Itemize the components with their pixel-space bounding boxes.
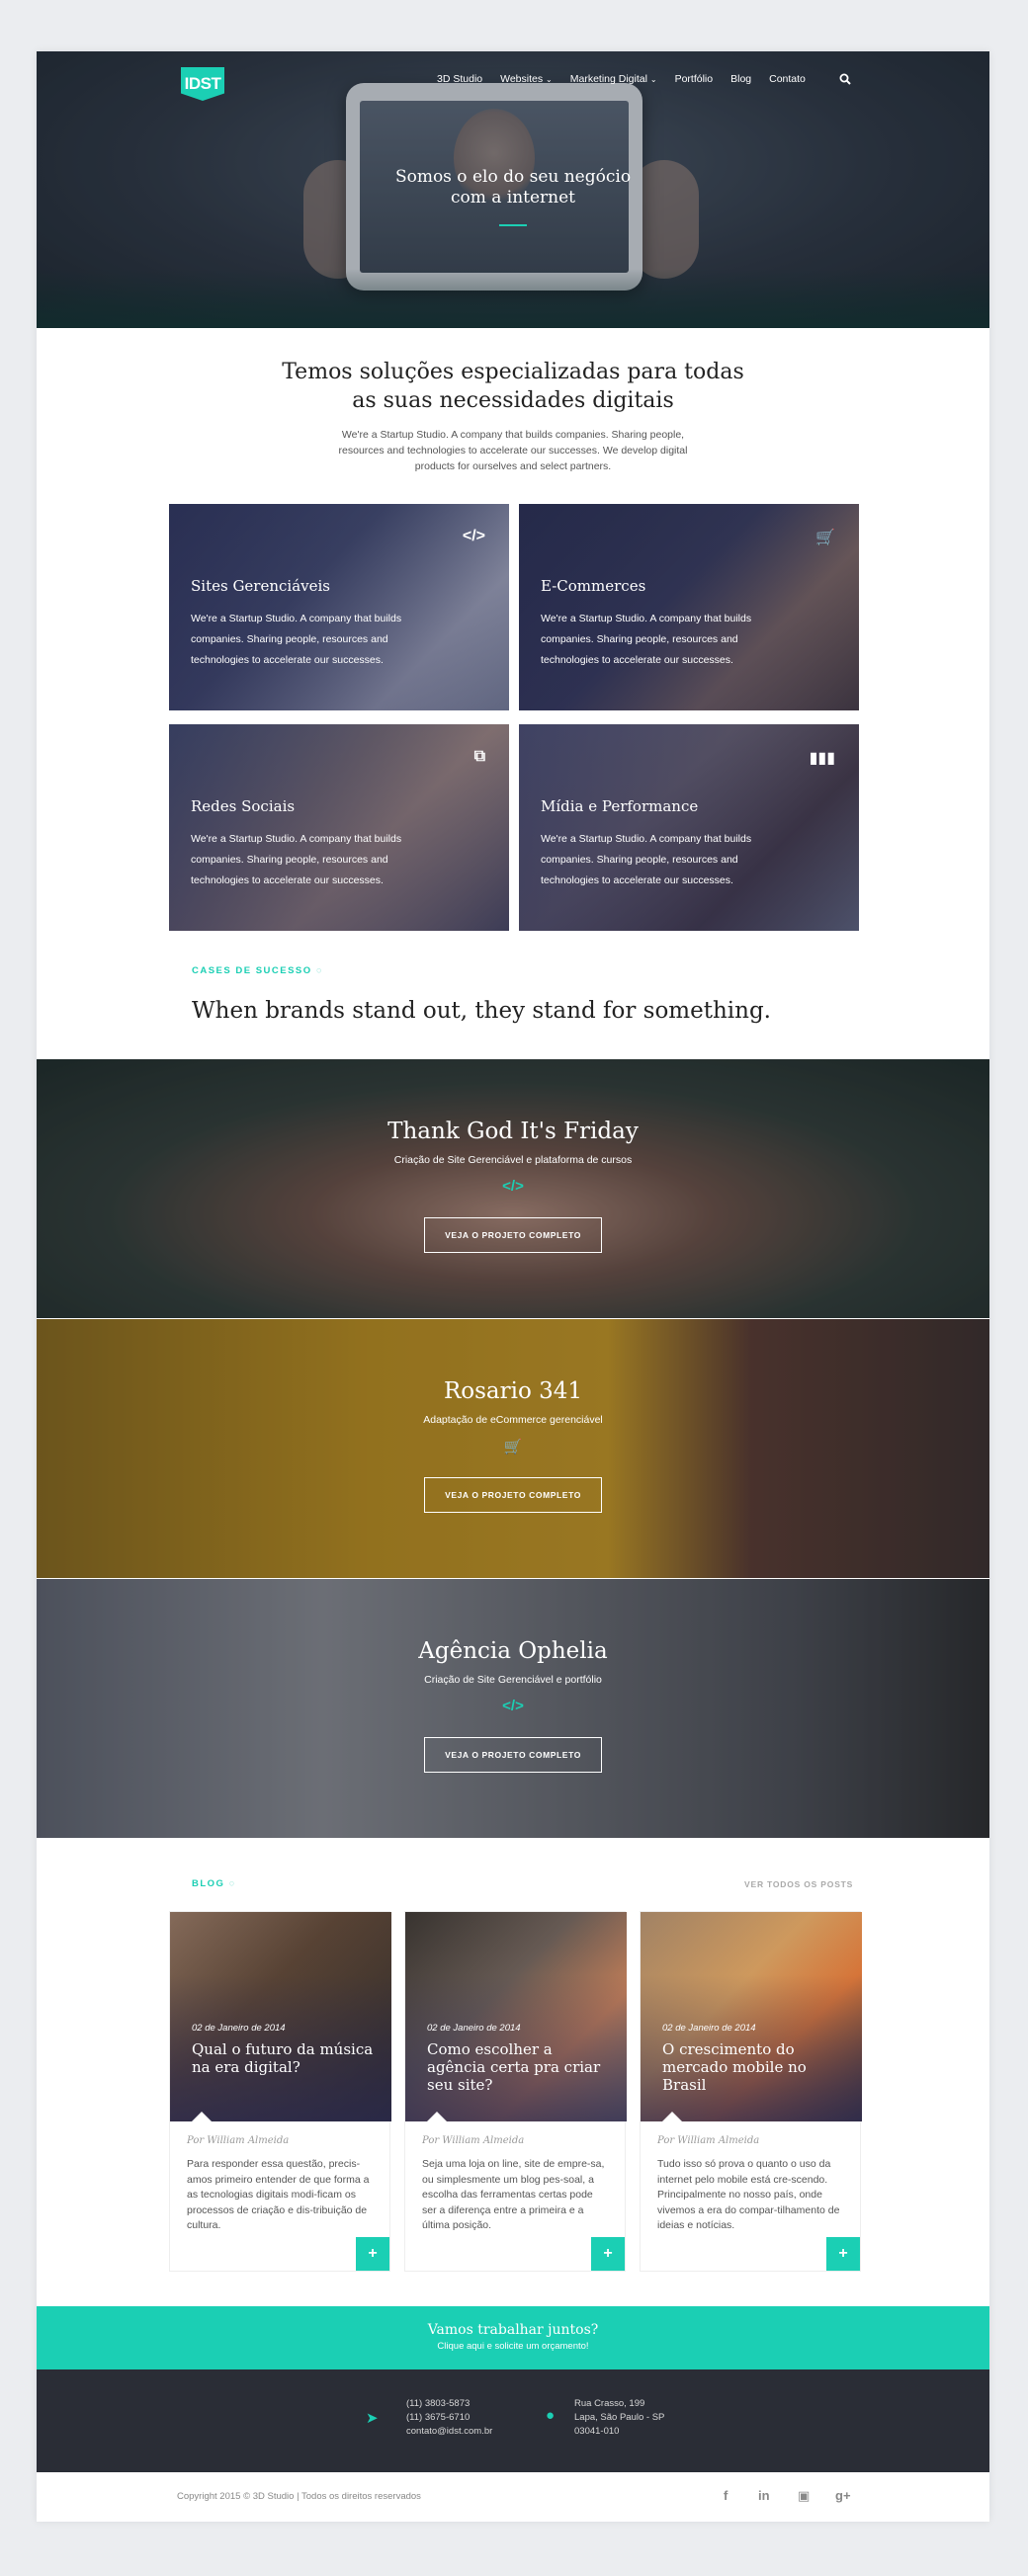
phone-1[interactable]: (11) 3803-5873 — [406, 2397, 492, 2411]
case-subtitle: Criação de Site Gerenciável e plataforma… — [393, 1154, 633, 1166]
case-rosario: Rosario 341 Adaptação de eCommerce geren… — [37, 1319, 989, 1578]
nav-item-3d-studio[interactable]: 3D Studio — [437, 73, 482, 85]
service-text: We're a Startup Studio. A company that b… — [541, 833, 752, 886]
post-title[interactable]: Qual o futuro da música na era digital? — [192, 2040, 380, 2076]
post-excerpt: Tudo isso só prova o quanto o uso da int… — [657, 2158, 840, 2231]
share-icon: ⧉ — [473, 748, 485, 765]
service-title: Sites Gerenciáveis — [191, 577, 330, 595]
phone-2[interactable]: (11) 3675-6710 — [406, 2411, 492, 2425]
service-card-ecommerce[interactable]: 🛒 E-Commerces We're a Startup Studio. A … — [519, 504, 859, 710]
map-pin-icon: ● — [546, 2407, 556, 2424]
copyright: Copyright 2015 © 3D Studio | Todos os di… — [177, 2491, 421, 2502]
contact-section: ➤ (11) 3803-5873 (11) 3675-6710 contato@… — [37, 2369, 989, 2472]
service-card-media[interactable]: ▮▮▮ Mídia e Performance We're a Startup … — [519, 724, 859, 931]
hero-section: IDST 3D Studio Websites ⌄ Marketing Digi… — [37, 51, 989, 328]
case-thank-god: Thank God It's Friday Criação de Site Ge… — [37, 1059, 989, 1318]
blog-post-card[interactable]: 02 de Janeiro de 2014 Como escolher a ag… — [404, 1911, 627, 2272]
service-title: Mídia e Performance — [541, 797, 699, 815]
nav-item-blog[interactable]: Blog — [730, 73, 751, 85]
read-more-button[interactable]: + — [356, 2237, 389, 2271]
blog-post-image: 02 de Janeiro de 2014 O crescimento do m… — [641, 1912, 862, 2121]
contact-address: Rua Crasso, 199 Lapa, São Paulo - SP 030… — [574, 2398, 665, 2437]
facebook-icon[interactable]: f — [724, 2488, 728, 2503]
case-title: Thank God It's Friday — [387, 1119, 639, 1144]
nav-item-contato[interactable]: Contato — [769, 73, 806, 85]
send-icon: ➤ — [366, 2410, 379, 2427]
linkedin-icon[interactable]: in — [758, 2488, 770, 2503]
case-view-button[interactable]: VEJA O PROJETO COMPLETO — [424, 1737, 602, 1773]
footer: Copyright 2015 © 3D Studio | Todos os di… — [37, 2472, 989, 2522]
case-ophelia: Agência Ophelia Criação de Site Gerenciá… — [37, 1579, 989, 1838]
blog-post-image: 02 de Janeiro de 2014 Como escolher a ag… — [405, 1912, 627, 2121]
post-date: 02 de Janeiro de 2014 — [427, 2023, 521, 2034]
blog-post-card[interactable]: 02 de Janeiro de 2014 O crescimento do m… — [640, 1911, 862, 2272]
post-title[interactable]: Como escolher a agência certa pra criar … — [427, 2040, 615, 2094]
email-link[interactable]: contato@idst.com.br — [406, 2425, 492, 2439]
search-icon[interactable] — [839, 73, 851, 85]
service-title: E-Commerces — [541, 577, 646, 595]
instagram-icon[interactable]: ▣ — [798, 2488, 810, 2504]
post-excerpt: Para responder essa questão, precis-amos… — [187, 2158, 370, 2231]
case-view-button[interactable]: VEJA O PROJETO COMPLETO — [424, 1477, 602, 1513]
contact-phones: (11) 3803-5873 (11) 3675-6710 contato@id… — [406, 2397, 492, 2439]
cta-title: Vamos trabalhar juntos? — [427, 2322, 599, 2338]
post-date: 02 de Janeiro de 2014 — [192, 2023, 286, 2034]
nav-item-marketing-digital[interactable]: Marketing Digital ⌄ — [570, 73, 657, 85]
case-title: Rosario 341 — [443, 1378, 583, 1404]
hero-title: Somos o elo do seu negócio com a interne… — [394, 167, 632, 208]
service-text: We're a Startup Studio. A company that b… — [191, 833, 402, 886]
intro-text: We're a Startup Studio. A company that b… — [338, 429, 688, 472]
read-more-button[interactable]: + — [826, 2237, 860, 2271]
service-text: We're a Startup Studio. A company that b… — [191, 613, 402, 666]
post-author: Por William Almeida — [187, 2135, 290, 2146]
google-plus-icon[interactable]: g+ — [835, 2488, 851, 2503]
post-date: 02 de Janeiro de 2014 — [662, 2023, 756, 2034]
chevron-down-icon: ⌄ — [649, 75, 657, 84]
service-card-social[interactable]: ⧉ Redes Sociais We're a Startup Studio. … — [169, 724, 509, 931]
blog-post-image: 02 de Janeiro de 2014 Qual o futuro da m… — [170, 1912, 391, 2121]
service-card-sites[interactable]: </> Sites Gerenciáveis We're a Startup S… — [169, 504, 509, 710]
cases-title: When brands stand out, they stand for so… — [192, 998, 771, 1024]
case-subtitle: Criação de Site Gerenciável e portfólio — [424, 1674, 602, 1686]
case-view-button[interactable]: VEJA O PROJETO COMPLETO — [424, 1217, 602, 1253]
service-title: Redes Sociais — [191, 797, 296, 815]
cta-subtitle: Clique aqui e solicite um orçamento! — [437, 2341, 589, 2352]
cart-icon: 🛒 — [503, 1439, 523, 1455]
main-nav: 3D Studio Websites ⌄ Marketing Digital ⌄… — [437, 73, 823, 85]
post-excerpt: Seja uma loja on line, site de empre-sa,… — [422, 2158, 605, 2231]
case-subtitle: Adaptação de eCommerce gerenciável — [423, 1414, 603, 1426]
cta-banner[interactable]: Vamos trabalhar juntos? Clique aqui e so… — [37, 2306, 989, 2369]
view-all-posts-link[interactable]: VER TODOS OS POSTS — [744, 1879, 853, 1889]
blog-label: BLOG ○ — [192, 1878, 236, 1889]
cases-label: CASES DE SUCESSO ○ — [192, 965, 324, 976]
post-title[interactable]: O crescimento do mercado mobile no Brasi… — [662, 2040, 850, 2094]
page-frame: IDST 3D Studio Websites ⌄ Marketing Digi… — [37, 51, 989, 2522]
code-icon: </> — [502, 1698, 524, 1714]
nav-item-portfolio[interactable]: Portfólio — [675, 73, 714, 85]
code-icon: </> — [462, 528, 485, 544]
chevron-down-icon: ⌄ — [546, 75, 553, 84]
code-icon: </> — [502, 1178, 524, 1195]
cart-icon: 🛒 — [815, 530, 835, 546]
chart-icon: ▮▮▮ — [809, 750, 835, 767]
post-author: Por William Almeida — [422, 2135, 525, 2146]
case-title: Agência Ophelia — [418, 1638, 608, 1664]
blog-post-card[interactable]: 02 de Janeiro de 2014 Qual o futuro da m… — [169, 1911, 391, 2272]
service-text: We're a Startup Studio. A company that b… — [541, 613, 752, 666]
post-author: Por William Almeida — [657, 2135, 760, 2146]
read-more-button[interactable]: + — [591, 2237, 625, 2271]
intro-title: Temos soluções especializadas para todas… — [282, 360, 744, 413]
hero-divider — [499, 224, 527, 226]
nav-item-websites[interactable]: Websites ⌄ — [500, 73, 553, 85]
